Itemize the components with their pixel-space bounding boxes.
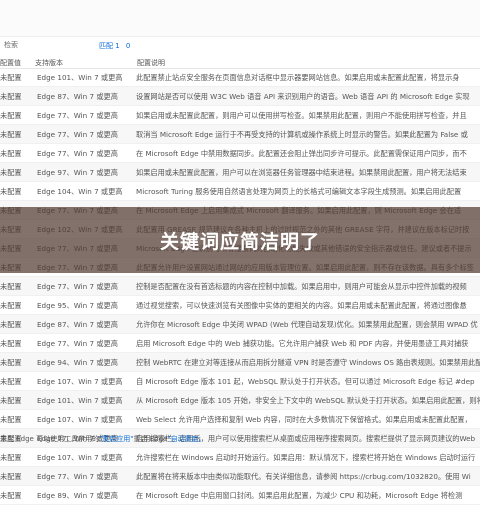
row-state: 未配置 <box>0 396 22 405</box>
row-version: Edge 89、Win 7 或更高 <box>37 491 118 500</box>
table-row[interactable]: 未配置 Edge 101、Win 7 或更高 从 Microsoft Edge 版本… <box>0 391 480 410</box>
row-version: Edge 97、Win 7 或更高 <box>37 168 118 177</box>
row-version: Edge 77、Win 7 或更高 <box>37 130 118 139</box>
footer-prefix: 重启 Edge 可以使用工具禁用的 <box>0 435 100 443</box>
row-description: 在 Microsoft Edge 中禁用数据同步。此配置还会阻止弹出同步许可提示… <box>136 149 467 158</box>
search-box[interactable]: 检索 <box>0 36 30 54</box>
row-version: Edge 77、Win 7 或更高 <box>37 149 118 158</box>
toolbar: 检索 匹配 1 0 <box>0 36 480 56</box>
row-description: 自 Microsoft Edge 版本 101 起，WebSQL 默认处于打开状… <box>136 377 475 386</box>
table-row[interactable]: 未配置 Edge 97、Win 7 或更高 如果启用或未配置此配置，用户可以在浏览器… <box>0 163 480 182</box>
header-description[interactable]: 配置说明 <box>137 58 165 68</box>
row-version: Edge 87、Win 7 或更高 <box>37 92 118 101</box>
row-description: 在 Microsoft Edge 中启用窗口封闭。如果启用此配置，为减少 CPU… <box>136 491 463 500</box>
table-row[interactable]: 未配置 Edge 101、Win 7 或更高 此配置禁止站点安全服务在页面信息对话框… <box>0 68 480 87</box>
table-row[interactable]: 未配置 Edge 89、Win 7 或更高 在 Microsoft Edge 中启用… <box>0 486 480 505</box>
row-state: 未配置 <box>0 339 22 348</box>
footer: 重启 Edge 可以使用工具禁用的"重启应用"重启 Edge"自动重启。 <box>0 430 480 480</box>
row-description: 允许你在 Microsoft Edge 中关闭 WPAD (Web 代理自动发现… <box>136 320 478 329</box>
row-version: Edge 107、Win 7 或更高 <box>37 415 123 424</box>
table-row[interactable]: 未配置 Edge 77、Win 7 或更高 控制是否配置在没有首选标题的内容在控制中… <box>0 277 480 296</box>
header-state[interactable]: 配置值 <box>0 58 21 68</box>
footer-link-auto-restart[interactable]: "自动重启。 <box>167 435 205 443</box>
row-description: 从 Microsoft Edge 版本 105 开始，非安全上下文中的 WebS… <box>136 396 480 405</box>
header-version[interactable]: 支持版本 <box>35 58 63 68</box>
table-row[interactable]: 未配置 Edge 94、Win 7 或更高 控制 WebRTC 在建立对等连接从而启… <box>0 353 480 372</box>
row-version: Edge 101、Win 7 或更高 <box>37 396 123 405</box>
row-description: 控制 WebRTC 在建立对等连接从而启用拆分隧道 VPN 时是否遵守 Wind… <box>136 358 480 367</box>
table-row[interactable]: 未配置 Edge 77、Win 7 或更高 如果启用或未配置此配置，则用户可以使用拼… <box>0 106 480 125</box>
row-version: Edge 77、Win 7 或更高 <box>37 282 118 291</box>
row-version: Edge 104、Win 7 或更高 <box>37 187 123 196</box>
row-version: Edge 77、Win 7 或更高 <box>37 111 118 120</box>
row-state: 未配置 <box>0 111 22 120</box>
table-row[interactable]: 未配置 Edge 77、Win 7 或更高 在 Microsoft Edge 中禁用… <box>0 144 480 163</box>
table-row[interactable]: 未配置 Edge 107、Win 7 或更高 Web Select 允许用户选择和复… <box>0 410 480 429</box>
row-description: 启用 Microsoft Edge 中的 Web 捕获功能。它允许用户捕获 We… <box>136 339 469 348</box>
table-row[interactable]: 未配置 Edge 104、Win 7 或更高 Microsoft Turing 服务… <box>0 182 480 201</box>
row-state: 未配置 <box>0 149 22 158</box>
row-version: Edge 94、Win 7 或更高 <box>37 358 118 367</box>
row-state: 未配置 <box>0 415 22 424</box>
match-count: 匹配 1 0 <box>99 41 134 51</box>
row-description: Microsoft Turing 服务使用自然语言处理为网页上的长格式可编辑文本… <box>136 187 462 196</box>
row-state: 未配置 <box>0 377 22 386</box>
row-state: 未配置 <box>0 168 22 177</box>
match-count-label: 匹配 1 <box>99 42 120 50</box>
footer-note: 重启 Edge 可以使用工具禁用的"重启应用"重启 Edge"自动重启。 <box>0 434 206 444</box>
row-state: 未配置 <box>0 92 22 101</box>
row-description: 此配置禁止站点安全服务在页面信息对话框中显示器要网站信息。如果启用或未配置此配置… <box>136 73 460 82</box>
row-description: 取消当 Microsoft Edge 运行于不再受支持的计算机或操作系统上时显示… <box>136 130 468 139</box>
row-state: 未配置 <box>0 358 22 367</box>
row-state: 未配置 <box>0 320 22 329</box>
match-count-suffix: 0 <box>125 42 131 50</box>
row-version: Edge 87、Win 7 或更高 <box>37 320 118 329</box>
row-version: Edge 101、Win 7 或更高 <box>37 73 123 82</box>
row-description: Web Select 允许用户选择和复制 Web 内容，同时在大多数情况下保留格… <box>136 415 472 424</box>
row-description: 如果启用或未配置此配置，用户可以在浏览器任务管理器中结束进程。如果禁用此配置，用… <box>136 168 467 177</box>
row-state: 未配置 <box>0 282 22 291</box>
table-row[interactable]: 未配置 Edge 87、Win 7 或更高 设置网站是否可以使用 W3C Web 语… <box>0 87 480 106</box>
table-row[interactable]: 未配置 Edge 95、Win 7 或更高 通过视觉搜索，可以快速浏览有关图像中实体… <box>0 296 480 315</box>
row-state: 未配置 <box>0 301 22 310</box>
row-description: 通过视觉搜索，可以快速浏览有关图像中实体的更相关的内容。如果启用或未配置此配置，… <box>136 301 467 310</box>
row-state: 未配置 <box>0 187 22 196</box>
row-description: 设置网站是否可以使用 W3C Web 语音 API 来识别用户的语音。Web 语… <box>136 92 470 101</box>
top-area <box>0 0 480 37</box>
overlay-banner: 关键词应简洁明了 <box>0 207 480 273</box>
row-description: 控制是否配置在没有首选标题的内容在控制中加载。如果启用中，则用户可能会从显示中控… <box>136 282 467 291</box>
row-version: Edge 95、Win 7 或更高 <box>37 301 118 310</box>
row-state: 未配置 <box>0 130 22 139</box>
banner-title: 关键词应简洁明了 <box>159 230 320 253</box>
row-state: 未配置 <box>0 491 22 500</box>
row-description: 如果启用或未配置此配置，则用户可以使用拼写检查。如果禁用此配置，则用户不能使用拼… <box>136 111 467 120</box>
table-row[interactable]: 未配置 Edge 77、Win 7 或更高 取消当 Microsoft Edge 运… <box>0 125 480 144</box>
row-state: 未配置 <box>0 73 22 82</box>
search-label: 检索 <box>4 41 18 49</box>
table-row[interactable]: 未配置 Edge 107、Win 7 或更高 自 Microsoft Edge 版本… <box>0 372 480 391</box>
row-version: Edge 77、Win 7 或更高 <box>37 339 118 348</box>
footer-link-restart-app[interactable]: "重启应用" <box>99 435 133 443</box>
row-version: Edge 107、Win 7 或更高 <box>37 377 123 386</box>
table-row[interactable]: 未配置 Edge 87、Win 7 或更高 允许你在 Microsoft Edge … <box>0 315 480 334</box>
table-row[interactable]: 未配置 Edge 77、Win 7 或更高 启用 Microsoft Edge 中的… <box>0 334 480 353</box>
footer-middle: 重启 Edge <box>133 435 168 443</box>
